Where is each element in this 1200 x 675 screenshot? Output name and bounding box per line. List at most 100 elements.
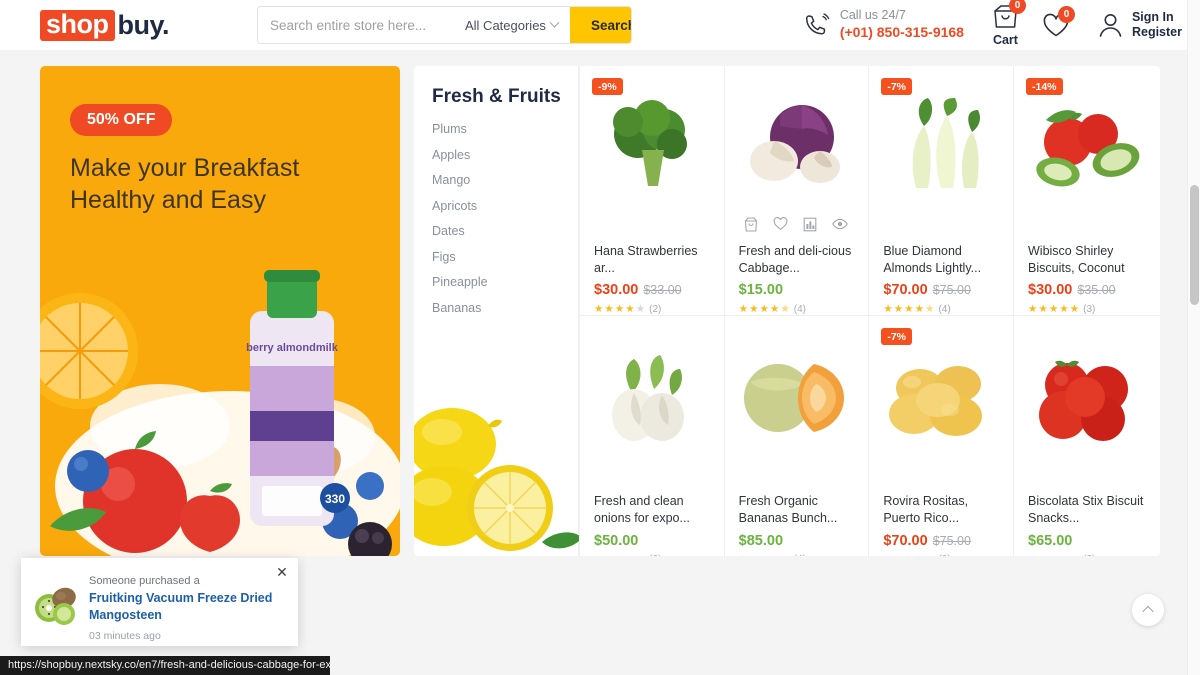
star-icon: ★ — [1069, 303, 1080, 316]
melon-image — [744, 364, 845, 433]
svg-text:330: 330 — [325, 492, 345, 506]
review-count: (4) — [794, 554, 806, 556]
category-link-figs[interactable]: Figs — [432, 250, 578, 264]
category-link-apples[interactable]: Apples — [432, 148, 578, 162]
product-rating: ★★★★★ (3) — [1028, 554, 1146, 557]
star-icon: ★ — [759, 303, 769, 316]
category-link-mango[interactable]: Mango — [432, 173, 578, 187]
product-name[interactable]: Hana Strawberries ar... — [594, 243, 710, 276]
category-sidebar: Fresh & Fruits Plums Apples Mango Aprico… — [414, 66, 579, 556]
category-dropdown[interactable]: All Categories — [459, 7, 570, 43]
cart-button[interactable]: Cart 0 — [990, 0, 1026, 47]
product-card[interactable]: Fresh and deli-cious Cabbage... $15.00 ★… — [723, 66, 869, 317]
fennel-onions-image — [611, 355, 684, 442]
product-hover-actions — [739, 464, 855, 484]
category-link-apricots[interactable]: Apricots — [432, 199, 578, 213]
account-button[interactable]: Sign In Register — [1097, 10, 1182, 41]
product-image — [594, 82, 710, 210]
star-icon: ★ — [604, 303, 614, 316]
vegetables-mix-image — [1036, 110, 1140, 187]
product-card[interactable]: Fresh Organic Bananas Bunch... $85.00 ★★… — [723, 316, 869, 557]
star-icon: ★ — [904, 554, 913, 557]
broccoli-image — [612, 100, 687, 186]
site-logo[interactable]: shop buy. — [40, 9, 169, 41]
review-count: (3) — [1083, 303, 1096, 315]
star-icon: ★ — [893, 303, 904, 316]
chevron-down-icon — [549, 17, 560, 28]
wishlist-button[interactable]: 0 — [1041, 5, 1075, 39]
product-hover-actions — [594, 214, 710, 234]
star-icon: ★ — [636, 554, 645, 557]
category-dropdown-label: All Categories — [465, 17, 546, 33]
wishlist-count-badge: 0 — [1057, 5, 1075, 23]
sign-in-label[interactable]: Sign In — [1132, 10, 1182, 25]
hero-banner[interactable]: berry almondmilk 330 50% OFF Make your B… — [40, 66, 400, 556]
category-link-dates[interactable]: Dates — [432, 224, 578, 238]
star-icon: ★ — [915, 554, 924, 557]
star-icon: ★ — [749, 303, 759, 316]
product-name[interactable]: Fresh and deli-cious Cabbage... — [739, 243, 855, 276]
product-price: $30.00 $35.00 — [1028, 282, 1146, 298]
product-card[interactable]: -14% Wibisco Shirley Biscuits, Coconut $… — [1013, 66, 1160, 317]
category-link-plums[interactable]: Plums — [432, 122, 578, 136]
star-icon: ★ — [749, 554, 758, 557]
product-card[interactable]: Fresh and clean onions for expo... $50.0… — [579, 316, 724, 556]
star-icon: ★ — [594, 303, 604, 316]
cart-label: Cart — [992, 33, 1018, 47]
search-input[interactable] — [258, 7, 459, 43]
product-name[interactable]: Blue Diamond Almonds Lightly... — [883, 243, 999, 276]
product-name[interactable]: Fresh Organic Bananas Bunch... — [739, 493, 855, 526]
product-price: $65.00 — [1028, 533, 1146, 549]
banner-title: Make your Breakfast Healthy and Easy — [70, 154, 300, 214]
category-link-pineapple[interactable]: Pineapple — [432, 275, 578, 289]
logo-text-shop: shop — [40, 9, 115, 41]
product-hover-actions — [739, 214, 855, 234]
wishlist-heart-icon[interactable] — [773, 217, 788, 231]
phone-icon — [805, 13, 830, 35]
cart-count-badge: 0 — [1008, 0, 1026, 14]
product-card[interactable]: -7% Rovira Rositas, Puerto Rico... $70.0… — [868, 316, 1013, 556]
product-price-current: $30.00 — [594, 282, 639, 299]
review-count: (2) — [649, 303, 662, 315]
banner-artwork: berry almondmilk 330 — [40, 270, 400, 556]
product-card[interactable]: -7% Blue Diamond Almonds Lightly... $70.… — [868, 66, 1013, 317]
add-to-cart-icon[interactable] — [744, 216, 758, 232]
product-price: $85.00 — [739, 533, 855, 549]
product-card[interactable]: -9% Hana Strawberries ar... $30.00 $33.00… — [579, 66, 724, 317]
star-icon: ★ — [1048, 303, 1059, 316]
product-price-current: $50.00 — [594, 532, 639, 549]
discount-badge: -9% — [592, 78, 623, 95]
quick-view-eye-icon[interactable] — [832, 218, 849, 230]
scroll-to-top-button[interactable] — [1132, 594, 1164, 626]
close-icon[interactable]: ✕ — [274, 564, 290, 580]
star-icon: ★ — [739, 554, 748, 557]
category-link-bananas[interactable]: Bananas — [432, 301, 578, 315]
register-label[interactable]: Register — [1132, 25, 1182, 40]
popup-product-link[interactable]: Fruitking Vacuum Freeze Dried Mangosteen — [89, 590, 286, 624]
product-card[interactable]: Biscolata Stix Biscuit Snacks... $65.00 … — [1013, 316, 1160, 556]
star-icon: ★ — [780, 554, 789, 557]
cabbage-image — [750, 105, 841, 183]
product-name[interactable]: Biscolata Stix Biscuit Snacks... — [1028, 493, 1146, 526]
browser-scrollbar[interactable] — [1187, 0, 1200, 675]
search-bar: All Categories Search — [257, 6, 632, 44]
product-price-old: $75.00 — [932, 283, 971, 298]
product-price-current: $70.00 — [883, 282, 928, 299]
star-icon: ★ — [1038, 303, 1048, 316]
star-icon: ★ — [635, 303, 646, 316]
star-icon: ★ — [615, 554, 624, 557]
product-price-current: $30.00 — [1028, 282, 1073, 299]
call-us-label: Call us 24/7 — [839, 8, 906, 23]
star-icon: ★ — [883, 554, 892, 557]
discount-badge: -7% — [881, 78, 913, 95]
star-icon: ★ — [738, 303, 749, 316]
compare-icon[interactable] — [803, 217, 817, 232]
purchase-notification-popup[interactable]: Someone purchased a Fruitking Vacuum Fre… — [21, 558, 298, 646]
product-hover-actions — [1028, 464, 1146, 484]
product-name[interactable]: Fresh and clean onions for expo... — [594, 493, 710, 526]
call-us-block[interactable]: Call us 24/7 (+01) 850-315-9168 — [803, 8, 964, 41]
search-button[interactable]: Search — [569, 7, 631, 43]
product-name[interactable]: Wibisco Shirley Biscuits, Coconut — [1028, 243, 1146, 276]
product-name[interactable]: Rovira Rositas, Puerto Rico... — [883, 493, 999, 526]
scrollbar-thumb[interactable] — [1190, 185, 1199, 305]
